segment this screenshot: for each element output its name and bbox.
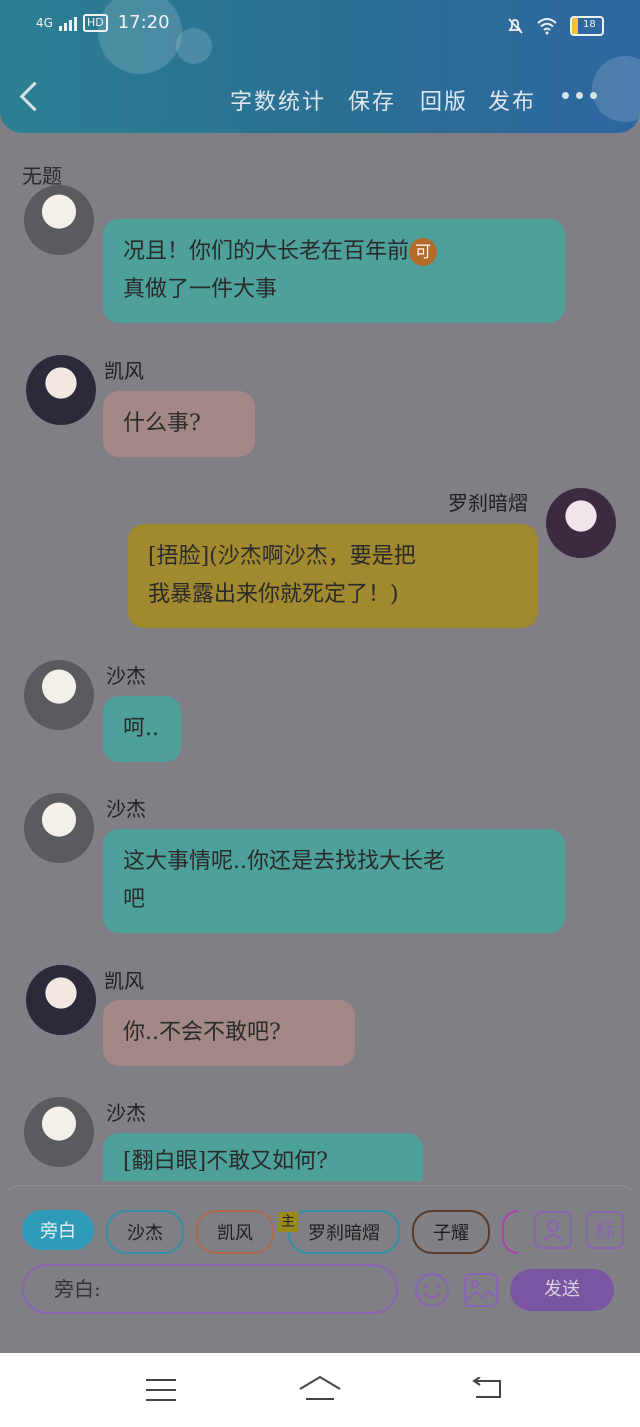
hd-badge: HD: [82, 13, 108, 32]
more-options-icon[interactable]: [562, 92, 597, 99]
send-button[interactable]: 发送: [510, 1269, 614, 1311]
avatar[interactable]: [26, 965, 96, 1035]
message-text: 你..不会不敢吧?: [123, 1020, 281, 1045]
role-chip-shajie[interactable]: 沙杰: [106, 1210, 184, 1254]
network-label: 4G: [36, 15, 53, 30]
message-text: 况且！你们的大长老在百年前: [123, 239, 410, 264]
role-chip-more[interactable]: [502, 1210, 518, 1254]
top-bar: 4G HD 17:20 18 字数统计 保存 回版 发布: [0, 0, 640, 133]
message-bubble[interactable]: [翻白眼]不敢又如何?: [103, 1133, 423, 1181]
message-text: 什么事?: [123, 411, 201, 436]
home-icon[interactable]: [298, 1375, 342, 1405]
menu-icon[interactable]: [146, 1379, 176, 1409]
message-text: [翻白眼]不敢又如何?: [123, 1149, 328, 1174]
message-bubble[interactable]: 况且！你们的大长老在百年前可 真做了一件大事: [103, 219, 565, 323]
speaker-name: 凯风: [104, 969, 144, 993]
system-nav-bar: [0, 1353, 640, 1427]
image-icon[interactable]: [463, 1272, 499, 1308]
speaker-name: 沙杰: [106, 1101, 146, 1125]
message-text: 真做了一件大事: [123, 277, 278, 302]
signal-icon: [58, 15, 77, 31]
wifi-icon: [537, 18, 557, 35]
back-icon[interactable]: [470, 1377, 502, 1401]
save-button[interactable]: 保存: [348, 84, 396, 116]
clock: 17:20: [117, 12, 170, 33]
avatar[interactable]: [24, 660, 94, 730]
message-text: 呵..: [123, 716, 159, 741]
word-count-button[interactable]: 字数统计: [230, 84, 326, 116]
rollback-button[interactable]: 回版: [420, 84, 468, 116]
tag-button[interactable]: 标: [586, 1211, 624, 1249]
role-chip-ziyao[interactable]: 子耀: [412, 1210, 490, 1254]
message-bubble[interactable]: 呵..: [103, 696, 181, 762]
add-role-icon[interactable]: [534, 1211, 572, 1249]
role-chip-narration[interactable]: 旁白: [22, 1210, 94, 1250]
message-text: 这大事情呢..你还是去找找大长老: [123, 849, 445, 874]
avatar[interactable]: [24, 793, 94, 863]
status-bar: 4G HD 17:20 18: [0, 8, 640, 38]
message-bubble[interactable]: [捂脸](沙杰啊沙杰，要是把 我暴露出来你就死定了！): [128, 524, 538, 628]
message-bubble[interactable]: 什么事?: [103, 391, 255, 457]
speaker-name: 沙杰: [106, 797, 146, 821]
role-chip-kaifeng[interactable]: 凯风: [196, 1210, 274, 1254]
avatar[interactable]: [24, 185, 94, 255]
publish-button[interactable]: 发布: [488, 84, 536, 116]
main-role-tag: 主: [278, 1212, 298, 1232]
emoji-icon[interactable]: [413, 1271, 451, 1309]
speaker-name: 沙杰: [106, 664, 146, 688]
mute-bell-icon: [508, 18, 523, 34]
avatar[interactable]: [26, 355, 96, 425]
battery-level: 18: [583, 19, 596, 30]
message-text: 吧: [123, 887, 146, 912]
badge-icon: 可: [409, 238, 438, 266]
avatar[interactable]: [24, 1097, 94, 1167]
message-text: [捂脸](沙杰啊沙杰，要是把: [148, 544, 416, 569]
message-bubble[interactable]: 你..不会不敢吧?: [103, 1000, 355, 1066]
message-input[interactable]: 旁白:: [22, 1264, 398, 1314]
back-arrow-icon[interactable]: [19, 81, 50, 112]
speaker-name: 凯风: [104, 359, 144, 383]
message-text: 我暴露出来你就死定了！): [148, 582, 399, 607]
message-bubble[interactable]: 这大事情呢..你还是去找找大长老 吧: [103, 829, 565, 933]
avatar[interactable]: [546, 488, 616, 558]
decor-bubble: [592, 56, 640, 122]
speaker-name: 罗刹暗熠: [448, 491, 528, 515]
battery-icon: 18: [570, 16, 604, 36]
role-chip-luocha[interactable]: 罗刹暗熠: [288, 1210, 400, 1254]
